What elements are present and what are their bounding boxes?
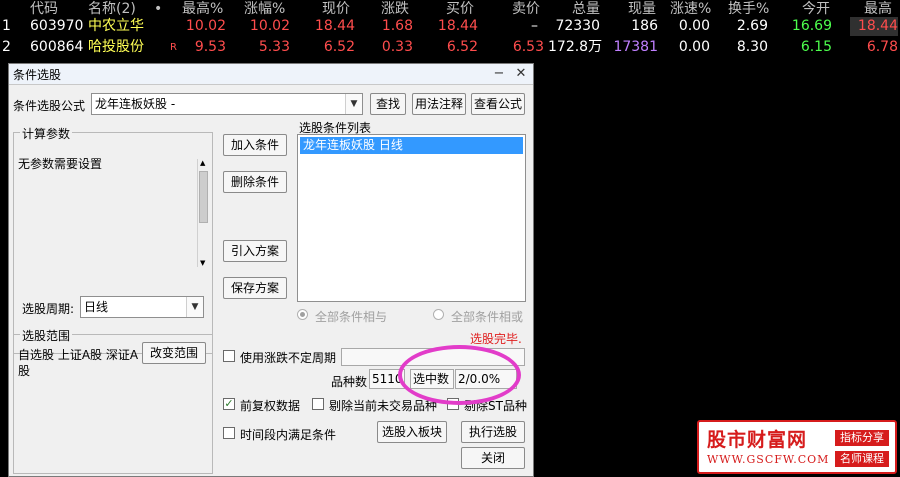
period-field[interactable] — [341, 348, 525, 366]
save-plan-button[interactable]: 保存方案 — [223, 277, 287, 299]
stock-name: 中农立华 — [88, 18, 144, 34]
change: 1.68 — [381, 18, 413, 34]
radio-and[interactable] — [297, 309, 308, 320]
current-volume: 17381 — [613, 39, 658, 55]
formula-select[interactable]: 龙年连板妖股 - ▼ — [91, 93, 363, 115]
watermark-name: 股市财富网 — [707, 429, 808, 451]
watermark-tag-1: 指标分享 — [835, 430, 889, 446]
formula-select-value: 龙年连板妖股 - — [95, 97, 176, 111]
radio-and-label: 全部条件相与 — [315, 310, 388, 324]
period-label: 选股周期: — [22, 302, 75, 316]
count-value: 5110 — [369, 369, 405, 389]
price: 6.52 — [323, 39, 355, 55]
scroll-down-icon[interactable]: ▼ — [200, 259, 205, 267]
open: 16.69 — [791, 18, 832, 34]
volume: 172.8万 — [548, 39, 603, 55]
selected-label: 选中数 — [410, 369, 454, 389]
bid: 18.44 — [437, 18, 478, 34]
restore-checkbox[interactable]: ✓ — [223, 398, 235, 410]
turnover: 2.69 — [736, 18, 768, 34]
row-index: 1 — [2, 18, 11, 34]
close-button[interactable]: 关闭 — [461, 447, 525, 469]
formula-label: 条件选股公式 — [13, 99, 86, 113]
close-icon[interactable]: ✕ — [511, 64, 531, 84]
current-volume: 186 — [631, 18, 658, 34]
high: 6.78 — [866, 39, 898, 55]
params-text: 无参数需要设置 — [18, 157, 103, 171]
status-text: 选股完毕. — [470, 332, 522, 346]
watermark-url: WWW.GSCFW.COM — [707, 453, 830, 466]
change: 0.33 — [381, 39, 413, 55]
import-plan-button[interactable]: 引入方案 — [223, 240, 287, 262]
count-label: 品种数 — [331, 375, 368, 389]
find-button[interactable]: 查找 — [370, 93, 406, 115]
scrollbar-thumb[interactable] — [199, 171, 208, 223]
restore-label: 前复权数据 — [240, 399, 301, 413]
view-formula-button[interactable]: 查看公式 — [471, 93, 525, 115]
use-period-checkbox[interactable] — [223, 350, 235, 362]
chevron-down-icon[interactable]: ▼ — [345, 94, 362, 114]
ask: – — [531, 18, 538, 34]
range-group: 选股范围 自选股 上证A股 深证A股 改变范围 — [13, 327, 213, 474]
execute-button[interactable]: 执行选股 — [461, 421, 525, 443]
stock-code: 603970 — [30, 18, 84, 34]
range-text: 自选股 上证A股 深证A股 — [18, 348, 139, 378]
time-cond-label: 时间段内满足条件 — [240, 428, 337, 442]
high-pct: 10.02 — [185, 18, 226, 34]
change-range-button[interactable]: 改变范围 — [142, 342, 206, 364]
table-row[interactable]: 1 603970 中农立华 10.02 10.02 18.44 1.68 18.… — [0, 17, 900, 36]
volume: 72330 — [555, 18, 600, 34]
row-index: 2 — [2, 39, 11, 55]
radio-or-label: 全部条件相或 — [451, 310, 524, 324]
exclude-st-checkbox[interactable] — [447, 398, 459, 410]
high: 18.44 — [850, 17, 898, 36]
dialog-title: 条件选股 — [13, 68, 62, 82]
condition-list[interactable]: 龙年连板妖股 日线 — [297, 134, 526, 302]
params-group: 计算参数 无参数需要设置 ▲ ▼ 选股周期: 日线 ▼ — [13, 125, 213, 354]
open: 6.15 — [800, 39, 832, 55]
bid: 6.52 — [446, 39, 478, 55]
price: 18.44 — [314, 18, 355, 34]
list-item[interactable]: 龙年连板妖股 日线 — [300, 137, 523, 154]
delete-condition-button[interactable]: 删除条件 — [223, 171, 287, 193]
table-row[interactable]: 2 600864 哈投股份 R 9.53 5.33 6.52 0.33 6.52… — [0, 38, 900, 57]
range-group-label: 选股范围 — [20, 327, 73, 344]
chg-pct: 5.33 — [258, 39, 290, 55]
radio-or[interactable] — [433, 309, 444, 320]
high-pct: 9.53 — [194, 39, 226, 55]
add-condition-button[interactable]: 加入条件 — [223, 134, 287, 156]
quote-table: 代码 名称(2) • 最高% 涨幅% 现价 涨跌 买价 卖价 总量 现量 涨速%… — [0, 0, 900, 60]
scroll-up-icon[interactable]: ▲ — [200, 159, 205, 167]
period-select-value: 日线 — [84, 300, 109, 314]
stock-code: 600864 — [30, 39, 84, 55]
watermark-tag-2: 名师课程 — [835, 451, 889, 467]
period-select[interactable]: 日线 ▼ — [80, 296, 204, 318]
flag-r: R — [170, 42, 177, 53]
stock-name: 哈投股份 — [88, 39, 144, 55]
minimize-icon[interactable]: − — [489, 64, 509, 84]
usage-notes-button[interactable]: 用法注释 — [412, 93, 466, 115]
ask: 6.53 — [512, 39, 544, 55]
watermark-logo: 股市财富网 WWW.GSCFW.COM 指标分享 名师课程 — [697, 420, 897, 474]
selected-value: 2/0.0% — [455, 369, 517, 389]
params-group-label: 计算参数 — [20, 125, 73, 142]
to-block-button[interactable]: 选股入板块 — [377, 421, 447, 443]
chevron-down-icon[interactable]: ▼ — [186, 297, 203, 317]
exclude-untraded-checkbox[interactable] — [312, 398, 324, 410]
exclude-st-label: 剔除ST品种 — [464, 399, 527, 413]
stock-screener-dialog: 条件选股 − ✕ 条件选股公式 龙年连板妖股 - ▼ 查找 用法注释 查看公式 … — [8, 63, 534, 477]
speed: 0.00 — [678, 39, 710, 55]
dialog-titlebar[interactable]: 条件选股 − ✕ — [9, 64, 533, 85]
use-period-label: 使用涨跌不定周期 — [240, 351, 337, 365]
chg-pct: 10.02 — [249, 18, 290, 34]
time-cond-checkbox[interactable] — [223, 427, 235, 439]
turnover: 8.30 — [736, 39, 768, 55]
speed: 0.00 — [678, 18, 710, 34]
params-scrollbar[interactable]: ▲ ▼ — [197, 159, 210, 267]
exclude-untraded-label: 剔除当前未交易品种 — [329, 399, 438, 413]
